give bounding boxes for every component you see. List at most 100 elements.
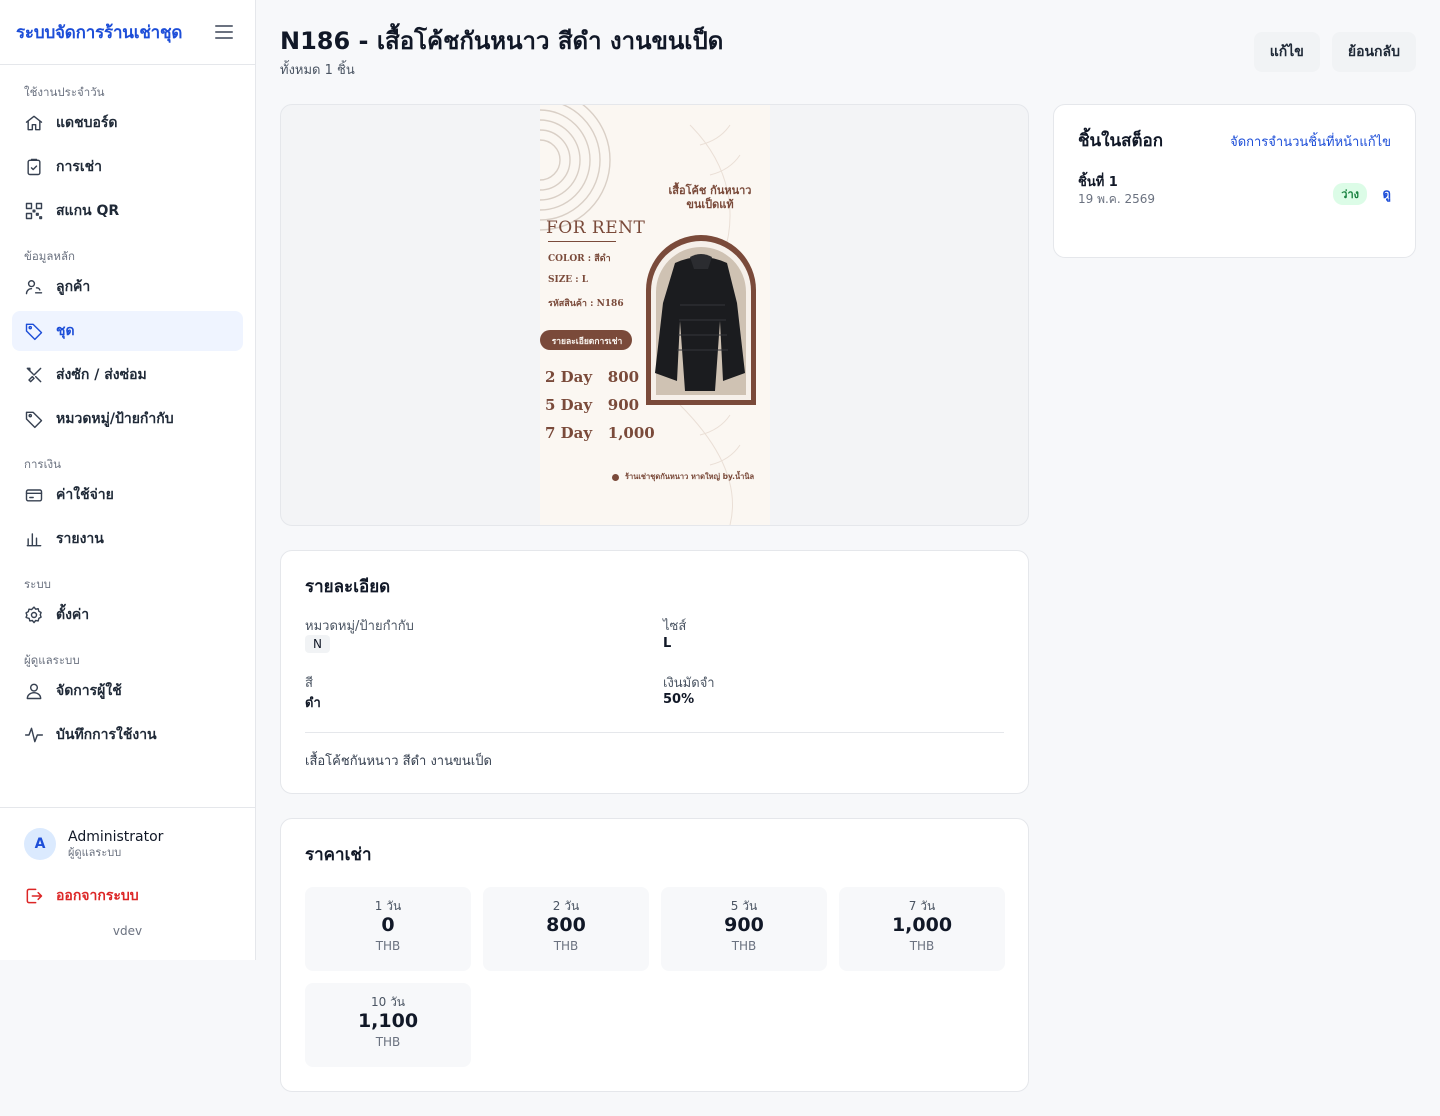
facebook-icon	[612, 473, 619, 481]
sidebar-item-label: แดชบอร์ด	[56, 115, 118, 131]
app-title[interactable]: ระบบจัดการร้านเช่าชุด	[16, 19, 182, 46]
sidebar-footer: A Administrator ผู้ดูแลระบบ ออกจากระบบ v…	[0, 807, 255, 938]
poster-price-5: 5 Day 900	[545, 396, 640, 414]
poster-for-rent: FOR RENT	[546, 218, 646, 238]
sidebar-item-label: บันทึกการใช้งาน	[56, 727, 157, 743]
details-card: รายละเอียด หมวดหมู่/ป้ายกำกับ N ไซส์ L ส…	[280, 550, 1029, 794]
price-currency: THB	[375, 1035, 401, 1049]
sidebar: ระบบจัดการร้านเช่าชุด ใช้งานประจำวัน แดช…	[0, 0, 256, 960]
avatar: A	[24, 828, 56, 860]
size-value: L	[663, 636, 672, 651]
page-title: N186 - เสื้อโค้ชกันหนาว สีดำ งานขนเป็ด	[280, 27, 724, 55]
sidebar-item-label: สแกน QR	[56, 203, 120, 219]
sidebar-item-dashboard[interactable]: แดชบอร์ด	[12, 103, 243, 143]
price-tile-7-days: 7 วัน 1,000 THB	[839, 887, 1005, 971]
price-currency: THB	[375, 939, 401, 953]
back-button[interactable]: ย้อนกลับ	[1331, 32, 1416, 72]
price-duration: 10 วัน	[370, 995, 406, 1009]
status-badge: ว่าง	[1333, 183, 1367, 205]
view-stock-item-link[interactable]: ดู	[1383, 183, 1391, 204]
price-tile-10-days: 10 วัน 1,100 THB	[305, 983, 471, 1067]
edit-button[interactable]: แก้ไข	[1253, 32, 1320, 72]
section-label-finance: การเงิน	[24, 457, 62, 471]
qr-scan-icon	[24, 201, 44, 221]
activity-icon	[24, 725, 44, 745]
poster-shop-name: ร้านเช่าชุดกันหนาว หาดใหญ่ by.น้ำนิล	[612, 471, 754, 483]
poster-shop-label: ร้านเช่าชุดกันหนาว หาดใหญ่ by.น้ำนิล	[625, 472, 755, 481]
price-tile-2-days: 2 วัน 800 THB	[483, 887, 649, 971]
details-divider	[305, 732, 1004, 733]
stock-title: ชิ้นในสต็อก	[1078, 131, 1163, 151]
price-duration: 5 วัน	[730, 899, 758, 913]
logout-label: ออกจากระบบ	[56, 888, 139, 904]
price-duration: 1 วัน	[374, 899, 402, 913]
user-name: Administrator	[68, 829, 164, 845]
sidebar-item-scan-qr[interactable]: สแกน QR	[12, 191, 243, 231]
sidebar-item-label: ลูกค้า	[56, 279, 91, 295]
sidebar-item-settings[interactable]: ตั้งค่า	[12, 595, 243, 635]
sidebar-item-rentals[interactable]: การเช่า	[12, 147, 243, 187]
price-currency: THB	[553, 939, 579, 953]
manage-stock-link[interactable]: จัดการจำนวนชิ้นที่หน้าแก้ไข	[1230, 131, 1391, 152]
color-label: สี	[305, 676, 313, 691]
price-tile-5-days: 5 วัน 900 THB	[661, 887, 827, 971]
logout-button[interactable]: ออกจากระบบ	[12, 876, 243, 916]
sidebar-nav: ใช้งานประจำวัน แดชบอร์ด การเช่า สแกน QR …	[0, 65, 255, 755]
header-actions: แก้ไข ย้อนกลับ	[1253, 32, 1416, 72]
sidebar-item-laundry-repair[interactable]: ส่งซัก / ส่งซ่อม	[12, 355, 243, 395]
category-tag[interactable]: N	[305, 635, 330, 653]
sidebar-item-activity-log[interactable]: บันทึกการใช้งาน	[12, 715, 243, 755]
deposit-value: 50%	[663, 692, 695, 707]
details-grid: หมวดหมู่/ป้ายกำกับ N ไซส์ L สี ดำ เงินมั…	[305, 615, 1004, 725]
brand-bar: ระบบจัดการร้านเช่าชุด	[0, 0, 255, 65]
sidebar-item-customers[interactable]: ลูกค้า	[12, 267, 243, 307]
section-label-daily: ใช้งานประจำวัน	[24, 85, 105, 99]
sidebar-item-outfits[interactable]: ชุด	[12, 311, 243, 351]
poster-color: COLOR : สีดำ	[548, 254, 611, 264]
gear-icon	[24, 605, 44, 625]
stock-header: ชิ้นในสต็อก จัดการจำนวนชิ้นที่หน้าแก้ไข	[1078, 129, 1391, 153]
poster-rent-detail: รายละเอียดการเช่า	[551, 337, 623, 347]
sidebar-item-categories[interactable]: หมวดหมู่/ป้ายกำกับ	[12, 399, 243, 439]
pricing-card: ราคาเช่า 1 วัน 0 THB 2 วัน 800 THB 5 วัน…	[280, 818, 1029, 1092]
tag-icon	[24, 321, 44, 341]
poster-artwork	[540, 105, 756, 525]
tools-icon	[24, 365, 44, 385]
sidebar-item-user-management[interactable]: จัดการผู้ใช้	[12, 671, 243, 711]
sidebar-item-label: ชุด	[56, 323, 75, 339]
sidebar-item-label: จัดการผู้ใช้	[56, 683, 122, 699]
price-currency: THB	[909, 939, 935, 953]
color-value: ดำ	[305, 696, 321, 711]
sidebar-item-reports[interactable]: รายงาน	[12, 519, 243, 559]
size-label: ไซส์	[663, 619, 687, 634]
sidebar-item-expenses[interactable]: ค่าใช้จ่าย	[12, 475, 243, 515]
user-icon	[24, 681, 44, 701]
page-subtitle: ทั้งหมด 1 ชิ้น	[280, 63, 355, 78]
section-label-admin: ผู้ดูแลระบบ	[24, 653, 80, 667]
price-duration: 2 วัน	[552, 899, 580, 913]
poster-code: รหัสสินค้า : N186	[548, 299, 624, 309]
stock-card: ชิ้นในสต็อก จัดการจำนวนชิ้นที่หน้าแก้ไข …	[1053, 104, 1416, 258]
sidebar-item-label: ค่าใช้จ่าย	[56, 487, 114, 503]
product-poster-image[interactable]: เสื้อโค้ช กันหนาว ขนเป็ดแท้ FOR RENT COL…	[540, 105, 770, 525]
credit-card-icon	[24, 485, 44, 505]
price-tile-1-day: 1 วัน 0 THB	[305, 887, 471, 971]
sidebar-item-label: การเช่า	[56, 159, 103, 175]
hamburger-menu-icon[interactable]	[215, 25, 233, 39]
pricing-title: ราคาเช่า	[305, 845, 372, 865]
user-profile[interactable]: A Administrator ผู้ดูแลระบบ	[12, 828, 243, 860]
price-amount: 1,100	[357, 1010, 419, 1032]
sidebar-item-label: รายงาน	[56, 531, 104, 547]
price-amount: 0	[381, 914, 395, 936]
users-icon	[24, 277, 44, 297]
label-icon	[24, 409, 44, 429]
logout-icon	[26, 888, 43, 904]
section-label-master-data: ข้อมูลหลัก	[24, 249, 75, 263]
poster-size: SIZE : L	[548, 275, 589, 285]
poster-divider	[548, 241, 616, 242]
price-amount: 800	[546, 914, 586, 936]
sidebar-item-label: ส่งซัก / ส่งซ่อม	[56, 367, 147, 383]
sidebar-item-label: ตั้งค่า	[56, 607, 90, 623]
section-label-system: ระบบ	[24, 577, 51, 591]
sidebar-item-label: หมวดหมู่/ป้ายกำกับ	[56, 411, 174, 427]
